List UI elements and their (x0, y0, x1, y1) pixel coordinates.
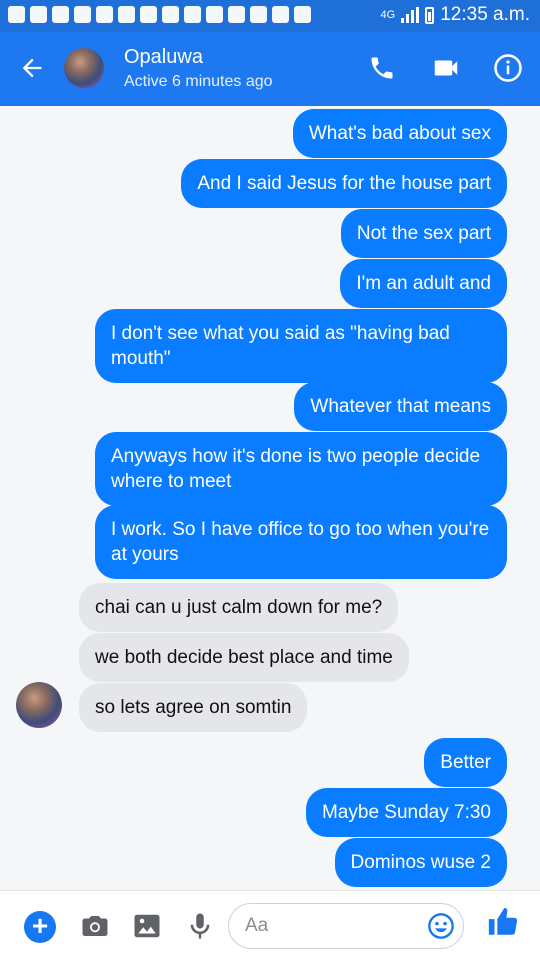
outgoing-message[interactable]: I'm an adult and (340, 259, 507, 308)
facebook-notification-icon (52, 6, 69, 23)
gallery-icon (272, 6, 289, 23)
facebook-notification-icon (228, 6, 245, 23)
facebook-notification-icon (162, 6, 179, 23)
phone-icon (371, 57, 393, 79)
facebook-notification-icon (184, 6, 201, 23)
outgoing-message[interactable]: Better (424, 738, 507, 787)
outgoing-message[interactable]: I work. So I have office to go too when … (95, 505, 507, 579)
outgoing-message[interactable]: What's bad about sex (292, 109, 507, 158)
facebook-notification-icon (74, 6, 91, 23)
camera-icon[interactable] (80, 911, 110, 941)
plus-icon: + (31, 910, 49, 941)
incoming-message[interactable]: chai can u just calm down for me? (79, 583, 399, 632)
clock: 12:35 a.m. (440, 4, 530, 25)
outgoing-message[interactable]: And I said Jesus for the house part (181, 159, 507, 208)
outgoing-message[interactable]: Maybe Sunday 7:30 (305, 788, 507, 837)
facebook-notification-icon (118, 6, 135, 23)
contact-name[interactable]: Opaluwa (124, 46, 203, 69)
back-arrow-icon[interactable] (18, 54, 46, 82)
warning-icon (250, 6, 267, 23)
call-button[interactable] (364, 50, 400, 86)
outgoing-message[interactable]: I don't see what you said as "having bad… (95, 309, 507, 383)
shopping-bag-icon (294, 6, 311, 23)
messenger-notification-icon (8, 6, 25, 23)
status-bar: 4G 12:35 a.m. (0, 0, 540, 32)
message-input[interactable] (243, 914, 417, 938)
info-icon (494, 54, 522, 82)
friend-request-icon (140, 6, 157, 23)
incoming-message[interactable]: so lets agree on somtin (79, 683, 308, 732)
video-call-button[interactable] (428, 50, 464, 86)
facebook-notification-icon (206, 6, 223, 23)
emoji-icon[interactable] (427, 912, 455, 940)
message-input-container[interactable] (228, 903, 464, 949)
video-camera-icon (434, 60, 458, 76)
info-button[interactable] (490, 50, 526, 86)
facebook-notification-icon (96, 6, 113, 23)
active-status: Active 6 minutes ago (124, 73, 273, 90)
gallery-icon[interactable] (132, 911, 162, 941)
composer-bar: + (0, 890, 540, 961)
more-actions-button[interactable]: + (24, 911, 56, 943)
incoming-message[interactable]: we both decide best place and time (79, 633, 409, 682)
contact-avatar[interactable] (64, 48, 104, 88)
thumbs-up-icon[interactable] (486, 905, 520, 939)
message-list[interactable]: What's bad about sex And I said Jesus fo… (0, 106, 540, 890)
battery-icon (425, 6, 435, 24)
sender-avatar[interactable] (16, 682, 62, 728)
facebook-notification-icon (30, 6, 47, 23)
microphone-icon[interactable] (185, 911, 215, 941)
notification-icons (8, 6, 311, 23)
outgoing-message[interactable]: Not the sex part (340, 209, 507, 258)
signal-icon (401, 7, 420, 23)
conversation-header: Opaluwa Active 6 minutes ago (0, 32, 540, 106)
outgoing-message[interactable]: Anyways how it's done is two people deci… (95, 432, 507, 506)
outgoing-message[interactable]: Dominos wuse 2 (334, 838, 507, 887)
outgoing-message[interactable]: Whatever that means (294, 382, 507, 431)
network-type: 4G (380, 9, 396, 21)
